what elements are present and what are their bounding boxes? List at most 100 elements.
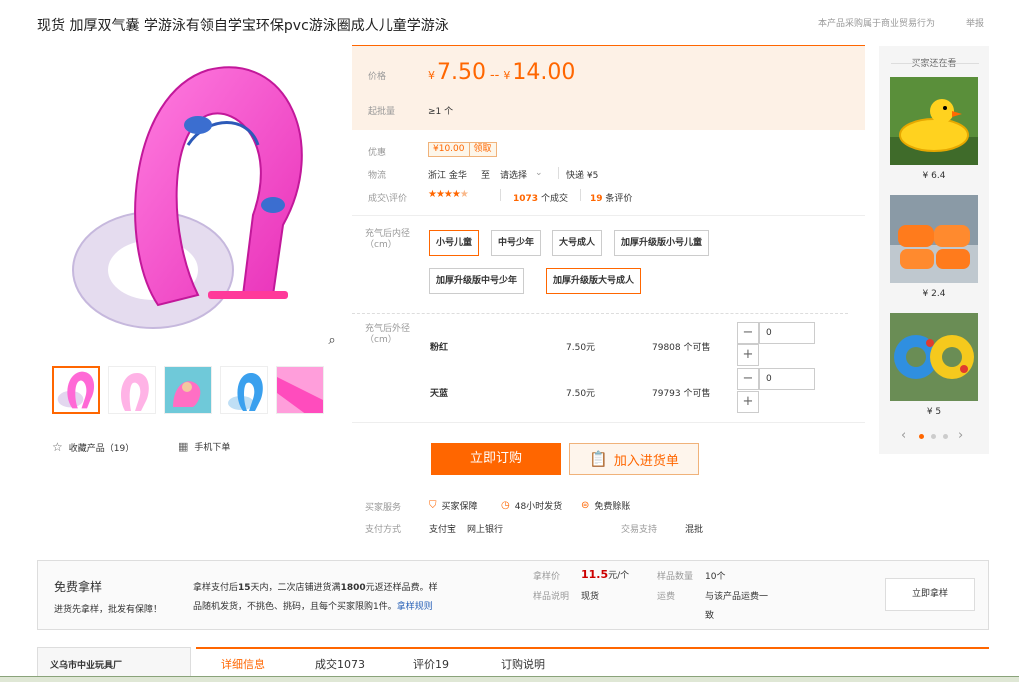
sample-price-unit: 元/个 [608, 571, 630, 581]
service-item-2: ◷ 48小时发货 [501, 499, 562, 512]
carousel-dot-1[interactable] [919, 434, 924, 439]
price-currency-min: ¥ [428, 69, 435, 82]
sample-price-value: 11.5 [581, 568, 609, 581]
variant-stock-2: 79793 个可售 [652, 389, 711, 399]
coupon-badge[interactable]: ¥10.00 领取 [428, 142, 497, 157]
divider-1 [352, 215, 865, 216]
company-name[interactable]: 义乌市中业玩具厂 [50, 658, 122, 671]
carousel-dot-2[interactable] [931, 434, 936, 439]
trade-value: 混批 [685, 525, 704, 535]
sample-desc-part-2: 天内，二次店铺进货满 [250, 583, 341, 593]
reviews-divider-1 [500, 189, 501, 201]
recommend-item-1-price: ¥ 6.4 [922, 171, 946, 181]
qr-code-icon: ▦ [178, 440, 189, 453]
zoom-icon[interactable]: ⌕ [324, 333, 340, 349]
price-separator: -- [489, 68, 500, 83]
free-sample-panel [37, 560, 989, 630]
reviews-label: 成交\评价 [368, 194, 408, 204]
main-product-image[interactable] [58, 55, 320, 335]
recommend-item-1-image[interactable] [890, 77, 978, 165]
promo-label: 优惠 [368, 148, 387, 158]
payment-label: 支付方式 [365, 525, 402, 535]
service-item-1: ⛉ 买家保障 [429, 499, 478, 512]
price-label: 价格 [368, 72, 387, 82]
variant-color-2: 天蓝 [430, 389, 449, 399]
price-range: ¥ 7.50 -- ¥ 14.00 [428, 60, 575, 85]
size-option-1[interactable]: 小号儿童 [429, 230, 480, 256]
trade-label: 交易支持 [621, 525, 658, 535]
qty-increase-2[interactable]: + [737, 391, 759, 413]
recommend-item-2-price: ¥ 2.4 [922, 289, 946, 299]
size-label: 充气后内径（cm） [365, 229, 411, 250]
add-to-cart-label: 加入进货单 [613, 453, 679, 469]
size-option-4[interactable]: 加厚升级版小号儿童 [614, 230, 710, 256]
logistics-to: 至 [481, 171, 491, 181]
sample-price: 11.5元/个 [581, 568, 629, 581]
disclaimer-text: 本产品采购属于商业贸易行为 [818, 19, 936, 29]
thumbnail-4[interactable] [220, 366, 268, 414]
reviews-divider-2 [580, 189, 581, 201]
deals-count-suffix: 个成交 [540, 194, 568, 204]
thumbnail-1[interactable] [52, 366, 100, 414]
reviews-count[interactable]: 19 条评价 [590, 191, 632, 204]
qty-increase-1[interactable]: + [737, 344, 759, 366]
thumbnail-3[interactable] [164, 366, 212, 414]
logistics-label: 物流 [368, 171, 387, 181]
chevron-right-icon[interactable]: › [958, 428, 963, 443]
deals-count-number: 1073 [513, 194, 539, 204]
order-now-button[interactable]: 立即订购 [431, 443, 561, 475]
payment-bank: 网上银行 [467, 525, 504, 535]
sample-desc-line2: 品随机发货，不挑色、挑码，且每个买家限购1件。拿样规则 [193, 599, 433, 612]
recommend-item-2-image[interactable] [890, 195, 978, 283]
moq-label: 起批量 [368, 107, 396, 117]
sample-desc-days: 15 [238, 583, 251, 593]
qty-decrease-1[interactable]: − [737, 322, 759, 344]
sample-rule-link[interactable]: 拿样规则 [397, 602, 433, 612]
divider-3 [352, 422, 865, 423]
sample-desc-line2-text: 品随机发货，不挑色、挑码，且每个买家限购1件。 [193, 602, 397, 612]
size-option-5[interactable]: 加厚升级版中号少年 [429, 268, 525, 294]
tab-order-info[interactable]: 订购说明 [501, 656, 545, 672]
moq-value: ≥1 个 [428, 107, 454, 117]
qty-decrease-2[interactable]: − [737, 368, 759, 390]
carousel-dot-3[interactable] [943, 434, 948, 439]
tab-reviews[interactable]: 评价19 [413, 656, 449, 672]
destination-select[interactable]: 请选择 ⌄ [500, 168, 543, 181]
sample-price-label: 拿样价 [533, 572, 561, 582]
page-title: 现货 加厚双气囊 学游泳有领自学宝环保pvc游泳圈成人儿童学游泳 [37, 18, 449, 34]
qty-input-1[interactable]: 0 [759, 322, 815, 344]
mobile-order-button[interactable]: ▦ 手机下单 [178, 440, 230, 453]
size-option-3[interactable]: 大号成人 [552, 230, 603, 256]
express-fee: 快递 ¥5 [566, 171, 599, 181]
thumbnail-5[interactable] [276, 366, 324, 414]
sample-ship-label: 运费 [657, 592, 676, 602]
clipboard-icon: 📋 [589, 450, 608, 468]
shield-icon: ⛉ [429, 500, 437, 511]
deals-count[interactable]: 1073 个成交 [513, 191, 568, 204]
rating-stars: ★★★★★ [428, 189, 469, 200]
size-option-6[interactable]: 加厚升级版大号成人 [546, 268, 642, 294]
add-to-cart-button[interactable]: 📋 加入进货单 [569, 443, 699, 475]
tab-details[interactable]: 详细信息 [221, 656, 265, 672]
sample-note-label: 样品说明 [533, 592, 570, 602]
chevron-left-icon[interactable]: ‹ [901, 428, 906, 443]
favorite-label: 收藏产品（19） [68, 443, 135, 454]
size-option-2[interactable]: 中号少年 [491, 230, 542, 256]
qty-input-2[interactable]: 0 [759, 368, 815, 390]
divider-2 [352, 313, 848, 314]
favorite-button[interactable]: ☆ 收藏产品（19） [52, 440, 134, 454]
coupon-claim[interactable]: 领取 [468, 143, 496, 156]
report-link[interactable]: 举报 [966, 16, 984, 29]
sample-desc-part-3: 元返还样品费。样 [365, 583, 438, 593]
services-label: 买家服务 [365, 503, 402, 513]
logistics-origin: 浙江 金华 [428, 171, 467, 181]
tab-deals[interactable]: 成交1073 [315, 656, 365, 672]
recommend-item-3-image[interactable] [890, 313, 978, 401]
sample-count-label: 样品数量 [657, 572, 694, 582]
recommend-item-3-price: ¥ 5 [926, 407, 942, 417]
sample-count-value: 10个 [705, 572, 726, 582]
thumbnail-2[interactable] [108, 366, 156, 414]
sample-desc-amount: 1800 [340, 583, 366, 593]
coupon-value: ¥10.00 [433, 144, 465, 154]
get-sample-button[interactable]: 立即拿样 [885, 578, 975, 611]
